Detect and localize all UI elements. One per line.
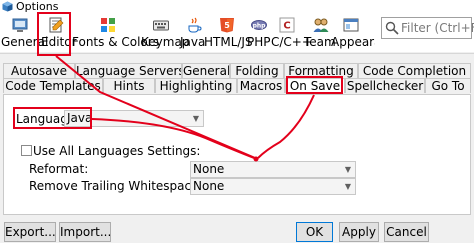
svg-text:C: C	[283, 21, 290, 32]
category-php[interactable]: php PHP	[247, 14, 271, 52]
title-bar: Options	[0, 0, 474, 14]
tab-autosave[interactable]: Autosave	[3, 63, 75, 78]
reformat-value: None	[193, 162, 225, 176]
language-highlight-box	[13, 107, 92, 129]
cpp-icon: C	[279, 17, 295, 33]
ok-button[interactable]: OK	[296, 222, 333, 242]
apply-button[interactable]: Apply	[339, 222, 379, 242]
chevron-down-icon: ▼	[344, 165, 351, 174]
filter-input[interactable]: Filter (Ctrl+F)	[381, 17, 474, 39]
tab-macros[interactable]: Macros	[237, 78, 285, 93]
category-fonts-colors[interactable]: Fonts & Colors	[72, 14, 159, 52]
reformat-dropdown[interactable]: None ▼	[190, 161, 356, 178]
use-all-languages-checkbox[interactable]	[21, 145, 32, 156]
use-all-languages-label: Use All Languages Settings:	[33, 144, 201, 158]
html5-icon: 5	[220, 18, 234, 33]
tab-spellchecker[interactable]: Spellchecker	[345, 78, 425, 93]
chevron-down-icon: ▼	[344, 182, 351, 191]
svg-text:php: php	[253, 23, 267, 30]
tab-go-to[interactable]: Go To	[425, 78, 471, 93]
category-label: HTML/JS	[204, 35, 253, 49]
svg-text:5: 5	[224, 21, 230, 30]
team-icon	[313, 18, 329, 32]
toolbar-divider	[0, 53, 474, 54]
reformat-label: Reformat:	[29, 162, 89, 176]
tab-code-completion[interactable]: Code Completion	[358, 63, 471, 78]
tab-folding[interactable]: Folding	[230, 63, 284, 78]
export-button[interactable]: Export...	[4, 222, 56, 242]
remove-whitespace-dropdown[interactable]: None ▼	[190, 178, 356, 195]
tab-general[interactable]: General	[182, 63, 230, 78]
fonts-colors-icon	[101, 18, 115, 32]
category-html-js[interactable]: 5 HTML/JS	[204, 14, 253, 52]
php-icon: php	[251, 20, 267, 30]
tab-language-servers[interactable]: Language Servers	[75, 63, 182, 78]
category-label: Java	[180, 35, 206, 49]
java-icon	[188, 17, 202, 33]
filter-placeholder: Filter (Ctrl+F)	[401, 21, 474, 35]
keymap-icon	[153, 20, 169, 31]
category-keymap[interactable]: Keymap	[141, 14, 189, 52]
cancel-button[interactable]: Cancel	[384, 222, 429, 242]
category-java[interactable]: Java	[180, 14, 206, 52]
tab-highlighting[interactable]: Highlighting	[155, 78, 237, 93]
category-general[interactable]: General	[1, 14, 48, 52]
category-label: Appearar	[331, 35, 375, 49]
import-button[interactable]: Import...	[59, 222, 111, 242]
tab-hints[interactable]: Hints	[103, 78, 155, 93]
on-save-highlight-box	[286, 76, 343, 94]
search-icon	[385, 21, 399, 35]
appearance-icon	[343, 18, 359, 32]
general-icon	[12, 18, 28, 32]
options-window: Options General Editor Fonts & Colors Ke…	[0, 0, 474, 243]
category-label: PHP	[247, 35, 271, 49]
remove-whitespace-value: None	[193, 179, 225, 193]
editor-highlight-box	[37, 12, 71, 56]
tab-code-templates[interactable]: Code Templates	[3, 78, 103, 93]
category-appearance[interactable]: Appearar	[331, 14, 375, 52]
category-cpp[interactable]: C C/C++	[271, 14, 312, 52]
chevron-down-icon: ▼	[192, 114, 199, 123]
netbeans-cube-icon	[2, 1, 13, 12]
